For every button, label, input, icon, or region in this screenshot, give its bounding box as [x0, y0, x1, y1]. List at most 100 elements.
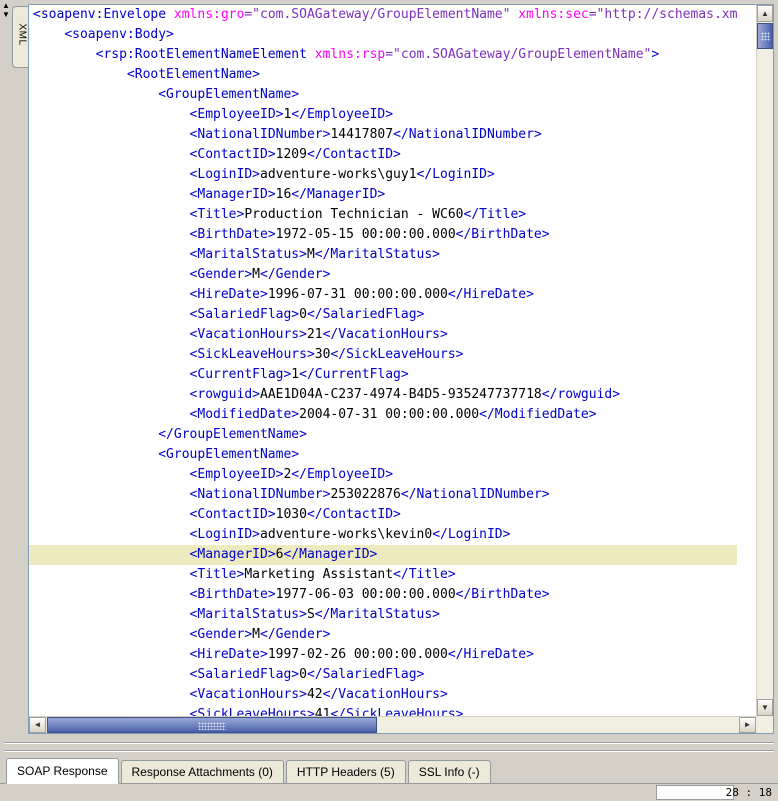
code-line[interactable]: <rsp:RootElementNameElement xmlns:rsp="c… — [29, 45, 737, 65]
code-token-tag: <Gender> — [189, 627, 253, 642]
code-line[interactable]: <GroupElementName> — [29, 85, 737, 105]
code-line[interactable]: <ModifiedDate>2004-07-31 00:00:00.000</M… — [29, 405, 737, 425]
code-line[interactable]: <SickLeaveHours>41</SickLeaveHours> — [29, 705, 737, 716]
scrollbar-corner — [756, 716, 773, 733]
code-line[interactable]: <SalariedFlag>0</SalariedFlag> — [29, 305, 737, 325]
code-token-tag: <SalariedFlag> — [189, 667, 300, 682]
horizontal-scroll-thumb[interactable] — [47, 717, 377, 733]
code-token-aval: ="http://schemas.xm — [588, 7, 738, 22]
code-line[interactable]: <NationalIDNumber>253022876</NationalIDN… — [29, 485, 737, 505]
code-line[interactable]: <RootElementName> — [29, 65, 737, 85]
tab-scroll-arrows[interactable]: ▲ ▼ — [1, 1, 11, 35]
code-token-tag: </Gender> — [260, 267, 331, 282]
xml-editor[interactable]: <soapenv:Envelope xmlns:gro="com.SOAGate… — [28, 4, 774, 734]
code-token-tag: <GroupElementName> — [158, 447, 300, 462]
code-line[interactable]: <VacationHours>21</VacationHours> — [29, 325, 737, 345]
code-token-txt: 1997-02-26 00:00:00.000 — [267, 647, 448, 662]
code-line[interactable]: <Gender>M</Gender> — [29, 625, 737, 645]
tab-http-headers-5[interactable]: HTTP Headers (5) — [285, 760, 406, 783]
horizontal-scrollbar[interactable]: ◄ ► — [29, 716, 756, 733]
code-token-tag: </VacationHours> — [322, 687, 448, 702]
code-line[interactable]: <ContactID>1209</ContactID> — [29, 145, 737, 165]
tab-scroll-up-icon[interactable]: ▲ — [1, 1, 11, 10]
code-line[interactable]: <soapenv:Body> — [29, 25, 737, 45]
code-line[interactable]: </GroupElementName> — [29, 425, 737, 445]
code-token-txt: 1977-06-03 00:00:00.000 — [275, 587, 456, 602]
code-token-txt: 1996-07-31 00:00:00.000 — [267, 287, 448, 302]
code-line[interactable]: <Title>Marketing Assistant</Title> — [29, 565, 737, 585]
code-line[interactable]: <Gender>M</Gender> — [29, 265, 737, 285]
scroll-right-button[interactable]: ► — [739, 717, 756, 733]
code-token-tag: </SalariedFlag> — [306, 307, 425, 322]
tab-ssl-info[interactable]: SSL Info (-) — [407, 760, 491, 783]
code-token-txt: M — [306, 247, 315, 262]
code-token-tag: <NationalIDNumber> — [189, 487, 331, 502]
code-token-tag: <CurrentFlag> — [189, 367, 292, 382]
code-line[interactable]: <EmployeeID>1</EmployeeID> — [29, 105, 737, 125]
code-token-txt: 1030 — [275, 507, 307, 522]
code-token-tag: </NationalIDNumber> — [393, 127, 542, 142]
code-line[interactable]: <VacationHours>42</VacationHours> — [29, 685, 737, 705]
code-line[interactable]: <BirthDate>1977-06-03 00:00:00.000</Birt… — [29, 585, 737, 605]
code-line[interactable]: <EmployeeID>2</EmployeeID> — [29, 465, 737, 485]
code-line[interactable]: <GroupElementName> — [29, 445, 737, 465]
response-tab-bar[interactable]: SOAP Response Response Attachments (0) HTT… — [0, 758, 778, 784]
code-line[interactable]: <BirthDate>1972-05-15 00:00:00.000</Birt… — [29, 225, 737, 245]
code-token-tag: <ManagerID> — [189, 547, 276, 562]
code-line[interactable]: <HireDate>1997-02-26 00:00:00.000</HireD… — [29, 645, 737, 665]
code-line[interactable]: <CurrentFlag>1</CurrentFlag> — [29, 365, 737, 385]
code-token-txt: M — [252, 267, 260, 282]
code-line[interactable]: <Title>Production Technician - WC60</Tit… — [29, 205, 737, 225]
tab-xml[interactable]: XML — [12, 6, 29, 68]
status-bar: 28 : 18 — [0, 784, 778, 801]
code-line[interactable]: <ContactID>1030</ContactID> — [29, 505, 737, 525]
code-token-txt: 253022876 — [330, 487, 401, 502]
tab-scroll-down-icon[interactable]: ▼ — [1, 10, 11, 19]
code-token-tag: </EmployeeID> — [291, 467, 394, 482]
code-line[interactable]: <ManagerID>16</ManagerID> — [29, 185, 737, 205]
tab-soap-response[interactable]: SOAP Response — [6, 758, 119, 784]
code-line[interactable]: <LoginID>adventure-works\guy1</LoginID> — [29, 165, 737, 185]
code-line[interactable]: <LoginID>adventure-works\kevin0</LoginID… — [29, 525, 737, 545]
code-line[interactable]: <HireDate>1996-07-31 00:00:00.000</HireD… — [29, 285, 737, 305]
code-token-txt: S — [306, 607, 315, 622]
code-token-tag: <MaritalStatus> — [189, 247, 307, 262]
code-line[interactable]: <SickLeaveHours>30</SickLeaveHours> — [29, 345, 737, 365]
status-input-field[interactable] — [656, 785, 734, 800]
code-token-tag: </LoginID> — [416, 167, 495, 182]
code-token-txt: Marketing Assistant — [244, 567, 394, 582]
code-token-tag: <EmployeeID> — [189, 107, 284, 122]
code-token-attr: xmlns:rsp — [314, 47, 386, 62]
code-line[interactable]: <MaritalStatus>S</MaritalStatus> — [29, 605, 737, 625]
code-token-tag: <SickLeaveHours> — [189, 707, 315, 716]
code-token-tag: </SickLeaveHours> — [330, 707, 464, 716]
scroll-down-button[interactable]: ▼ — [757, 699, 773, 716]
vertical-scroll-thumb[interactable] — [757, 23, 773, 49]
code-token-tag: </Title> — [463, 207, 527, 222]
code-line[interactable]: <rowguid>AAE1D04A-C237-4974-B4D5-9352477… — [29, 385, 737, 405]
xml-code-content[interactable]: <soapenv:Envelope xmlns:gro="com.SOAGate… — [29, 5, 738, 716]
vertical-scrollbar[interactable]: ▲ ▼ — [756, 5, 773, 716]
code-token-attr: xmlns:gro — [173, 7, 245, 22]
code-line[interactable]: <SalariedFlag>0</SalariedFlag> — [29, 665, 737, 685]
code-token-tag: </ManagerID> — [291, 187, 386, 202]
panel-divider-bottom — [4, 750, 774, 752]
code-line[interactable]: <soapenv:Envelope xmlns:gro="com.SOAGate… — [29, 5, 737, 25]
code-line[interactable]: <NationalIDNumber>14417807</NationalIDNu… — [29, 125, 737, 145]
code-token-tag: <VacationHours> — [189, 327, 307, 342]
code-line[interactable]: <MaritalStatus>M</MaritalStatus> — [29, 245, 737, 265]
tab-response-attachments-0[interactable]: Response Attachments (0) — [120, 760, 284, 783]
scroll-left-button[interactable]: ◄ — [29, 717, 46, 733]
code-token-tag: <Title> — [189, 207, 245, 222]
code-line[interactable]: <ManagerID>6</ManagerID> — [29, 545, 738, 565]
code-token-txt: adventure-works\guy1 — [260, 167, 417, 182]
xml-editor-viewport[interactable]: <soapenv:Envelope xmlns:gro="com.SOAGate… — [29, 5, 756, 716]
scroll-up-button[interactable]: ▲ — [757, 5, 773, 22]
